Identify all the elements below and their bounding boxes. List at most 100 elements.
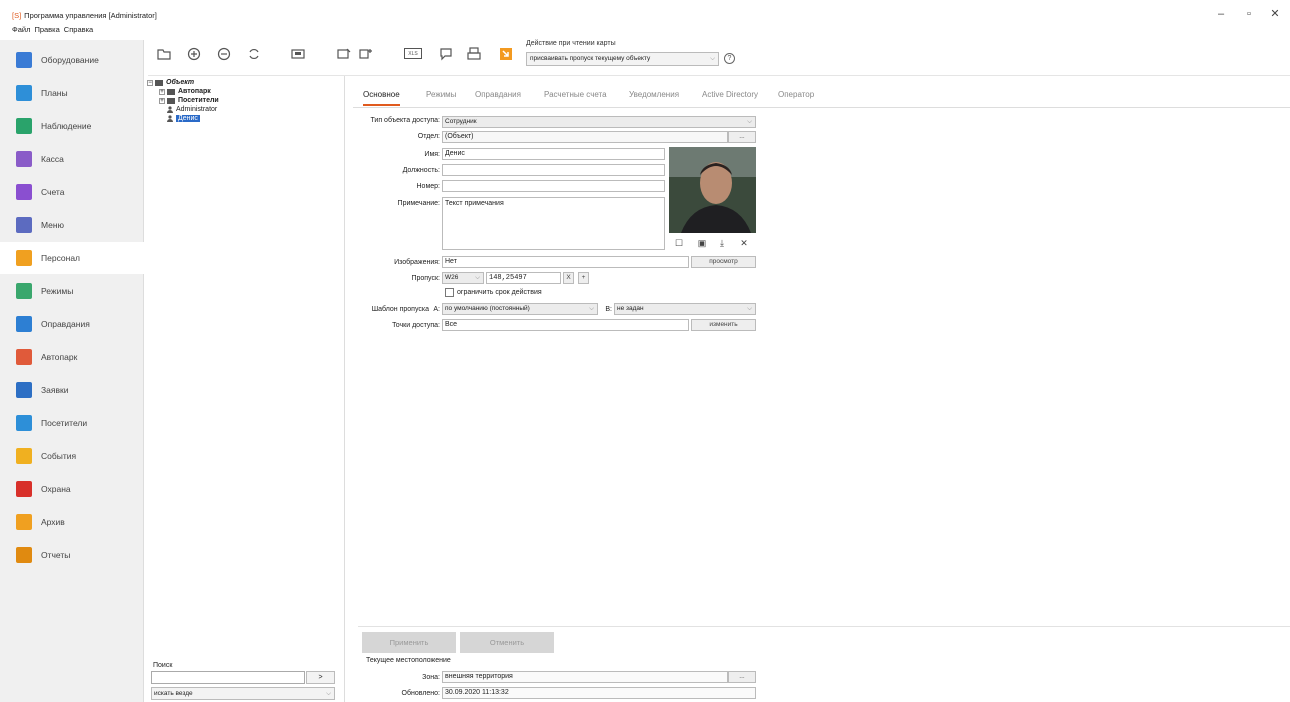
object-tree-panel: − Объект + Автопарк + Посетители Administra… — [145, 76, 345, 702]
delete-photo-icon[interactable]: ✕ — [738, 237, 750, 249]
search-scope-select[interactable]: искать везде ⌵ — [151, 687, 335, 700]
xls-export-icon[interactable]: XLS — [404, 48, 422, 59]
name-field[interactable]: Денис — [442, 148, 665, 160]
pass-clear-button[interactable]: X — [563, 272, 574, 284]
nav-item-3[interactable]: Касса — [0, 143, 144, 175]
menu-help[interactable]: Справка — [64, 25, 93, 34]
camera-icon[interactable]: ▣ — [696, 237, 708, 249]
template-b-select[interactable]: не задан ⌵ — [614, 303, 756, 315]
remove-icon[interactable] — [216, 46, 232, 62]
refresh-icon[interactable] — [246, 46, 262, 62]
export-card-icon[interactable] — [358, 46, 374, 62]
tab-accounts[interactable]: Расчетные счета — [544, 90, 607, 104]
chevron-down-icon: ⌵ — [747, 118, 752, 125]
pass-number-field[interactable]: 148,25497 — [486, 272, 561, 284]
nav-item-0[interactable]: Оборудование — [0, 44, 144, 76]
nav-item-5[interactable]: Меню — [0, 209, 144, 241]
nav-item-14[interactable]: Архив — [0, 506, 144, 538]
tab-excuses[interactable]: Оправдания — [475, 90, 521, 104]
add-icon[interactable] — [186, 46, 202, 62]
help-icon[interactable]: ? — [724, 53, 735, 64]
nav-item-12[interactable]: События — [0, 440, 144, 472]
edit-card-icon[interactable] — [336, 46, 352, 62]
restore-button[interactable]: ▫ — [1240, 8, 1258, 20]
new-photo-icon[interactable]: ☐ — [673, 237, 685, 249]
tab-operator[interactable]: Оператор — [778, 90, 814, 104]
nav-item-2[interactable]: Наблюдение — [0, 110, 144, 142]
nav-item-8[interactable]: Оправдания — [0, 308, 144, 340]
nav-item-13[interactable]: Охрана — [0, 473, 144, 505]
menu-edit[interactable]: Правка — [34, 25, 59, 34]
nav-item-label: Оборудование — [41, 55, 99, 65]
template-label: Шаблон пропуска — [371, 306, 429, 313]
expand-icon[interactable]: + — [159, 97, 165, 104]
search-go-button[interactable]: > — [306, 671, 335, 684]
comment-icon[interactable] — [438, 46, 454, 62]
limit-checkbox[interactable] — [445, 288, 454, 297]
nav-item-label: События — [41, 451, 77, 461]
tab-main[interactable]: Основное — [363, 90, 400, 106]
import-icon[interactable] — [498, 46, 514, 62]
note-field[interactable]: Текст примечания — [442, 197, 665, 250]
dept-field[interactable]: (Объект) — [442, 131, 728, 143]
tab-notifications[interactable]: Уведомления — [629, 90, 679, 104]
nav-item-1[interactable]: Планы — [0, 77, 144, 109]
tree-item-label: Автопарк — [178, 88, 211, 95]
nav-item-6[interactable]: Персонал — [0, 242, 144, 274]
minimize-button[interactable]: – — [1212, 8, 1230, 20]
nav-item-4[interactable]: Счета — [0, 176, 144, 208]
folder-icon — [167, 88, 175, 95]
left-navigation: Оборудование Планы Наблюдение Касса Счета Мен… — [0, 40, 144, 702]
change-access-button[interactable]: изменить — [691, 319, 756, 331]
access-points-label: Точки доступа: — [392, 322, 440, 329]
nav-item-9[interactable]: Автопарк — [0, 341, 144, 373]
security-icon — [16, 481, 32, 497]
card-action-select[interactable]: присваивать пропуск текущему объекту ⌵ — [526, 52, 719, 66]
menu-bar: Файл Правка Справка — [12, 25, 97, 34]
zone-browse-button[interactable]: ... — [728, 671, 756, 683]
close-button[interactable]: ✕ — [1266, 8, 1284, 20]
nav-item-7[interactable]: Режимы — [0, 275, 144, 307]
pass-label: Пропуск: — [411, 275, 440, 282]
template-a-select[interactable]: по умолчанию (постоянный) ⌵ — [442, 303, 598, 315]
collapse-icon[interactable]: − — [147, 79, 153, 86]
note-label: Примечание: — [397, 200, 440, 207]
nav-item-15[interactable]: Отчеты — [0, 539, 144, 571]
tree-item-fleet[interactable]: + Автопарк — [159, 88, 211, 95]
nav-item-11[interactable]: Посетители — [0, 407, 144, 439]
tab-modes[interactable]: Режимы — [426, 90, 456, 104]
number-field[interactable] — [442, 180, 665, 192]
access-points-field[interactable]: Все — [442, 319, 689, 331]
expand-icon[interactable]: + — [159, 88, 165, 95]
tree-item-administrator[interactable]: Administrator — [167, 106, 217, 113]
nav-item-label: Счета — [41, 187, 65, 197]
position-field[interactable] — [442, 164, 665, 176]
nav-item-label: Архив — [41, 517, 65, 527]
pass-format-select[interactable]: W26 ⌵ — [442, 272, 484, 284]
tree-root[interactable]: − Объект — [147, 79, 194, 86]
cancel-button[interactable]: Отменить — [460, 632, 554, 653]
dept-browse-button[interactable]: ... — [728, 131, 756, 143]
print-icon[interactable] — [466, 46, 482, 62]
pass-add-button[interactable]: + — [578, 272, 589, 284]
images-field[interactable]: Нет — [442, 256, 689, 268]
folder-icon — [155, 79, 163, 86]
nav-item-label: Планы — [41, 88, 68, 98]
preview-button[interactable]: просмотр — [691, 256, 756, 268]
folder-icon — [167, 97, 175, 104]
card-icon[interactable] — [290, 46, 306, 62]
tree-item-visitors[interactable]: + Посетители — [159, 97, 219, 104]
new-folder-icon[interactable] — [156, 46, 172, 62]
download-icon[interactable]: ⤓ — [716, 237, 728, 249]
archive-icon — [16, 514, 32, 530]
apply-button[interactable]: Применить — [362, 632, 456, 653]
tab-active-directory[interactable]: Active Directory — [702, 90, 758, 104]
tree-item-denis[interactable]: Денис — [167, 115, 200, 122]
type-select[interactable]: Сотрудник ⌵ — [442, 116, 756, 128]
menu-file[interactable]: Файл — [12, 25, 30, 34]
search-label: Поиск — [153, 662, 173, 669]
card-action-value: присваивать пропуск текущему объекту — [530, 55, 651, 62]
nav-item-10[interactable]: Заявки — [0, 374, 144, 406]
requests-icon — [16, 382, 32, 398]
search-input[interactable] — [151, 671, 305, 684]
